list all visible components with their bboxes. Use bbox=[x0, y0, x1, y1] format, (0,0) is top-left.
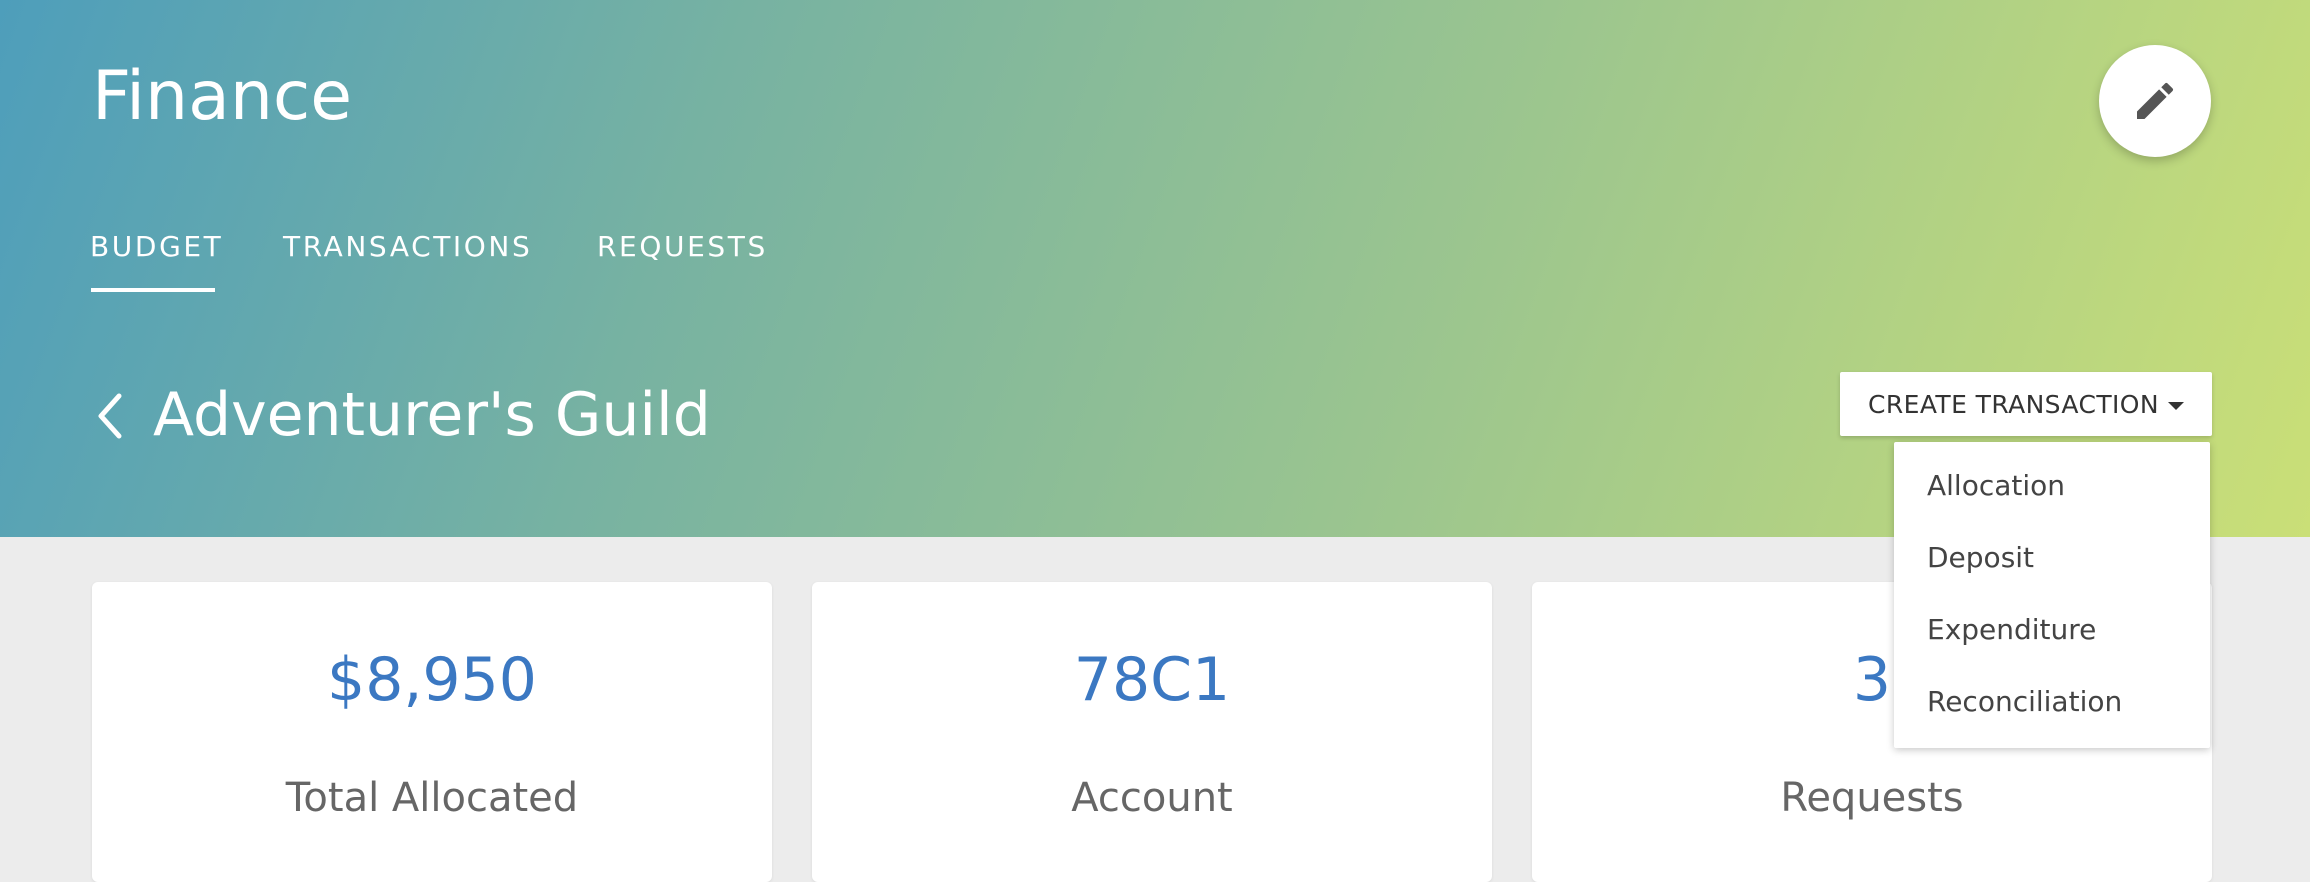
card-label: Requests bbox=[1780, 775, 1964, 821]
tab-budget[interactable]: BUDGET bbox=[90, 222, 223, 272]
card-label: Account bbox=[1071, 775, 1233, 821]
tab-transactions[interactable]: TRANSACTIONS bbox=[283, 222, 532, 272]
card-value: 78C1 bbox=[1073, 645, 1231, 715]
menu-item-deposit[interactable]: Deposit bbox=[1927, 538, 2034, 578]
card-value: $8,950 bbox=[327, 645, 537, 715]
active-tab-indicator bbox=[91, 288, 215, 292]
app-title: Finance bbox=[92, 57, 353, 136]
card-account: 78C1 Account bbox=[812, 582, 1492, 882]
chevron-left-icon bbox=[98, 393, 122, 439]
page-title: Adventurer's Guild bbox=[153, 380, 711, 450]
edit-button[interactable] bbox=[2099, 45, 2211, 157]
create-transaction-label: CREATE TRANSACTION bbox=[1868, 389, 2159, 419]
menu-item-allocation[interactable]: Allocation bbox=[1927, 466, 2065, 506]
tab-requests[interactable]: REQUESTS bbox=[597, 222, 768, 272]
menu-item-reconciliation[interactable]: Reconciliation bbox=[1927, 682, 2122, 722]
menu-item-expenditure[interactable]: Expenditure bbox=[1927, 610, 2096, 650]
back-button[interactable] bbox=[88, 376, 132, 456]
create-transaction-dropdown: Allocation Deposit Expenditure Reconcili… bbox=[1894, 442, 2210, 748]
card-total-allocated: $8,950 Total Allocated bbox=[92, 582, 772, 882]
card-label: Total Allocated bbox=[285, 775, 579, 821]
caret-down-icon bbox=[2167, 401, 2184, 410]
create-transaction-button[interactable]: CREATE TRANSACTION bbox=[1840, 372, 2212, 436]
pencil-icon bbox=[2137, 82, 2174, 119]
